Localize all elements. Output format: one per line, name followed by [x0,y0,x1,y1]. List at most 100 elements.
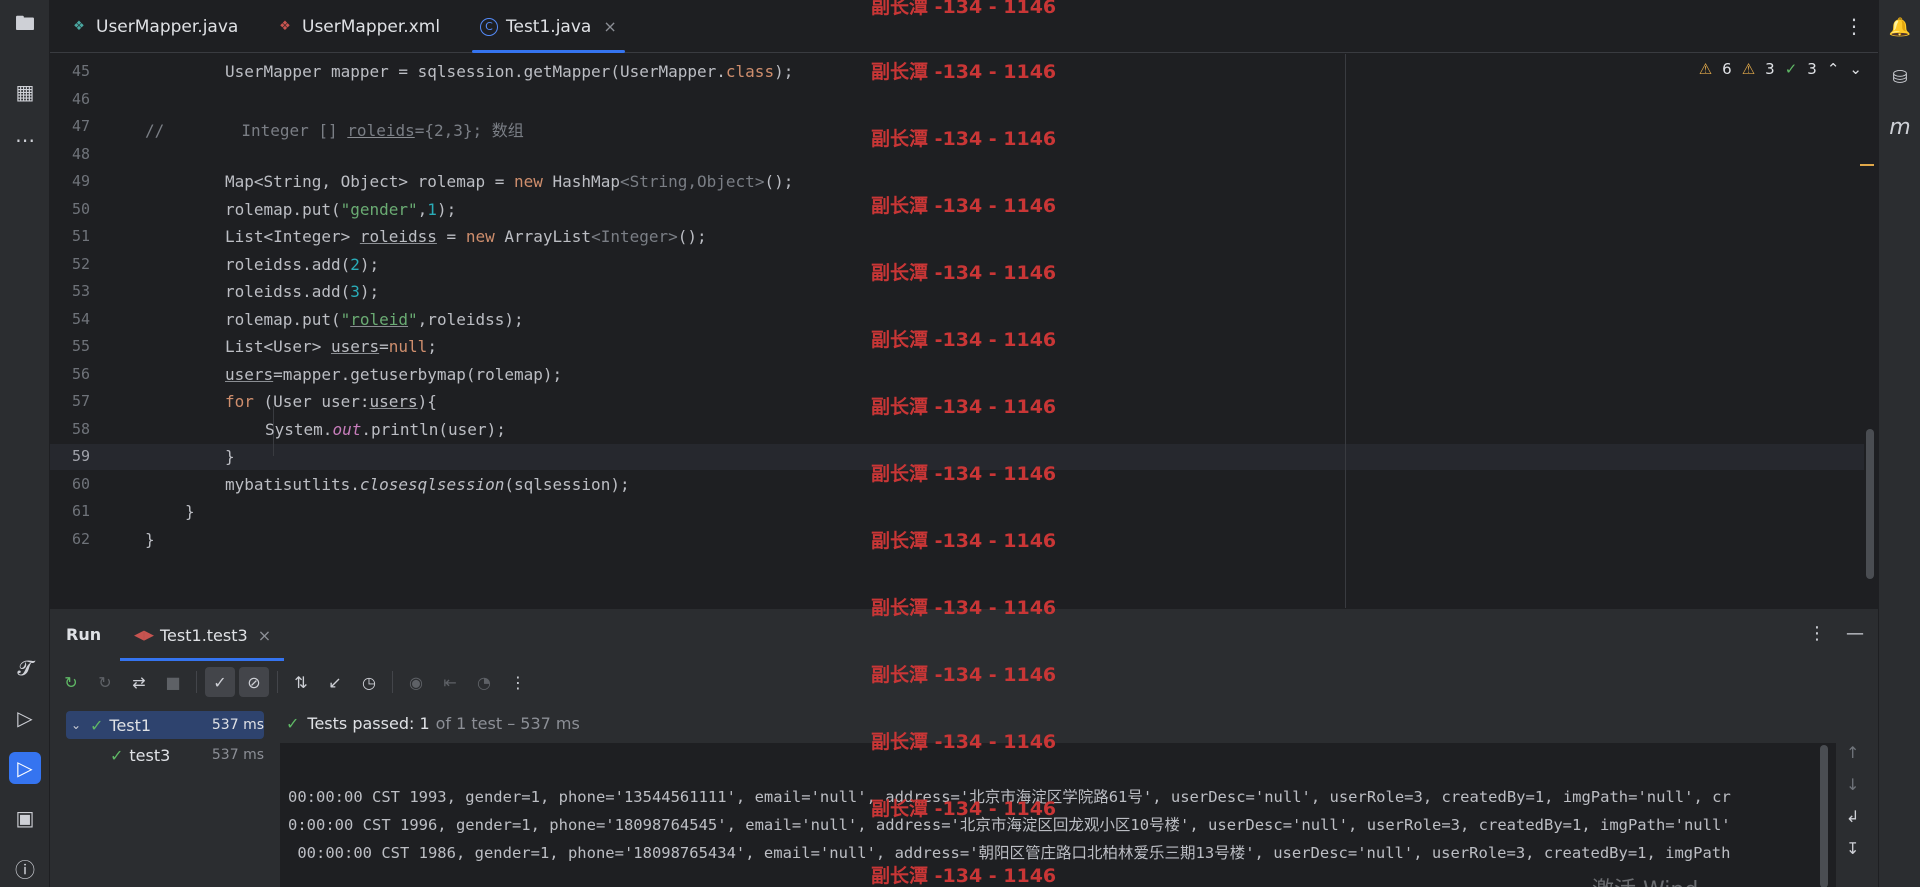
inspection-widget[interactable]: ⚠ 6 ⚠ 3 ✓ 3 ⌃ ⌄ [1699,60,1862,78]
line-number: 51 [71,227,90,245]
tab-label: UserMapper.java [96,16,239,37]
mybatis-xml-icon: ❖ [279,19,291,34]
next-highlight-icon[interactable]: ⌄ [1849,60,1862,78]
weak-warning-icon: ⚠ [1741,60,1756,78]
typo-check-icon: ✓ [1784,60,1798,78]
watermark-text: 副长潭 -134 - 1146 [871,329,1057,351]
tab-options-icon[interactable]: ⋮ [1844,14,1864,38]
show-ignored-icon[interactable]: ⊘ [239,667,269,697]
code-line: rolemap.put("gender",1); [225,200,457,219]
options-menu-icon[interactable]: ⋮ [1808,623,1826,644]
line-number: 53 [71,282,90,300]
line-number: 59 [71,447,90,465]
code-line: } [185,502,195,521]
warning-stripe-mark[interactable] [1860,164,1874,166]
screenshot-icon[interactable]: ◉ [401,667,431,697]
tab-usermapper-xml[interactable]: ❖ UserMapper.xml [276,0,440,53]
editor-scrollbar[interactable] [1866,429,1874,579]
run-icon[interactable]: ▷ [9,752,41,784]
line-number: 61 [71,502,90,520]
chevron-down-icon[interactable]: ⌄ [66,718,86,732]
line-number: 48 [71,145,90,163]
scroll-down-icon[interactable]: ↓ [1846,775,1859,794]
tree-item-test3[interactable]: ✓ test3 537 ms [66,741,264,769]
services-icon[interactable]: ▷ [9,702,41,734]
tab-label: UserMapper.xml [302,16,441,37]
more-tools-icon[interactable]: ⋯ [9,124,41,156]
line-number-gutter: 45 46 47 48 49 50 51 52 53 54 55 56 57 5… [50,54,145,608]
tab-usermapper-java[interactable]: ❖ UserMapper.java [70,0,238,53]
watermark-text: 副长潭 -134 - 1146 [871,61,1057,83]
line-number: 56 [71,365,90,383]
build-hammer-icon[interactable]: 𝓣 [9,652,41,684]
close-tab-icon[interactable]: × [603,17,616,36]
run-config-tab[interactable]: ◀▶ Test1.test3 × [120,609,284,661]
console-scrollbar[interactable] [1820,745,1828,887]
watermark-text: 副长潭 -134 - 1146 [871,664,1057,686]
structure-icon[interactable]: ▦ [9,76,41,108]
rerun-icon[interactable]: ↻ [56,667,86,697]
line-number: 46 [71,90,90,108]
watermark-text: 副长潭 -134 - 1146 [871,396,1057,418]
profiler-icon[interactable]: ◔ [469,667,499,697]
test-tree: ⌄ ✓ Test1 537 ms ✓ test3 537 ms [50,703,278,887]
passed-check-icon: ✓ [110,745,124,765]
soft-wrap-icon[interactable]: ↲ [1846,807,1859,826]
watermark-text: 副长潭 -134 - 1146 [871,195,1057,217]
previous-highlight-icon[interactable]: ⌃ [1827,60,1840,78]
toggle-auto-test-icon[interactable]: ⇄ [124,667,154,697]
code-line: List<Integer> roleidss = new ArrayList<I… [225,227,707,246]
tree-item-label: test3 [129,745,171,765]
line-number: 49 [71,172,90,190]
notifications-bell-icon[interactable]: 🔔 [1885,12,1915,42]
more-actions-icon[interactable]: ⋮ [503,667,533,697]
tab-test1-java[interactable]: C Test1.java × [472,0,625,53]
tree-item-time: 537 ms [211,717,264,733]
toolbar-separator [277,671,278,693]
stop-icon[interactable]: ■ [158,667,188,697]
passed-check-icon: ✓ [286,713,300,733]
database-icon[interactable]: ⛁ [1885,62,1915,92]
watermark-text: 副长潭 -134 - 1146 [871,798,1057,820]
line-number: 57 [71,392,90,410]
problems-icon[interactable]: ⓘ [9,852,41,884]
warning-count: 6 [1722,60,1732,78]
console-side-toolbar: ↑ ↓ ↲ ↧ [1836,703,1878,887]
watermark-text: 副长潭 -134 - 1146 [871,530,1057,552]
passed-check-icon: ✓ [90,715,104,735]
maven-icon[interactable]: m [1885,112,1915,142]
test-history-icon[interactable]: ◷ [354,667,384,697]
import-tests-icon[interactable]: ⇤ [435,667,465,697]
run-config-label: Test1.test3 [160,625,248,645]
status-main: Tests passed: 1 [307,713,430,733]
line-number: 60 [71,475,90,493]
console-line: 00:00:00 CST 1986, gender=1, phone='1809… [288,844,1731,862]
rerun-failed-icon[interactable]: ↻ [90,667,120,697]
weak-warning-count: 3 [1765,60,1775,78]
tree-item-test1[interactable]: ⌄ ✓ Test1 537 ms [66,711,264,739]
scroll-up-icon[interactable]: ↑ [1846,743,1859,762]
code-line: List<User> users=null; [225,337,437,356]
console-output[interactable]: ✓ Tests passed: 1 of 1 test – 537 ms 00:… [280,703,1836,887]
activate-windows-text: 激活 Wind [1592,872,1698,887]
minimize-icon[interactable]: — [1846,623,1864,644]
code-line: users=mapper.getuserbymap(rolemap); [225,365,563,384]
warning-icon: ⚠ [1698,60,1713,78]
project-folder-icon[interactable]: 🖿 [9,10,41,42]
mapper-java-icon: ❖ [73,19,85,34]
code-line: roleidss.add(3); [225,282,380,301]
show-passed-icon[interactable]: ✓ [205,667,235,697]
line-number: 52 [71,255,90,273]
sort-alphabetically-icon[interactable]: ⇅ [286,667,316,697]
watermark-text: 副长潭 -134 - 1146 [871,0,1057,18]
code-line: Map<String, Object> rolemap = new HashMa… [225,172,794,191]
terminal-icon[interactable]: ▣ [9,802,41,834]
run-title: Run [66,625,102,644]
collapse-all-icon[interactable]: ↙ [320,667,350,697]
toolbar-separator [392,671,393,693]
close-run-tab-icon[interactable]: × [258,626,271,645]
scroll-to-end-icon[interactable]: ↧ [1846,839,1859,858]
toolbar-separator [196,671,197,693]
watermark-text: 副长潭 -134 - 1146 [871,262,1057,284]
code-line: roleidss.add(2); [225,255,380,274]
